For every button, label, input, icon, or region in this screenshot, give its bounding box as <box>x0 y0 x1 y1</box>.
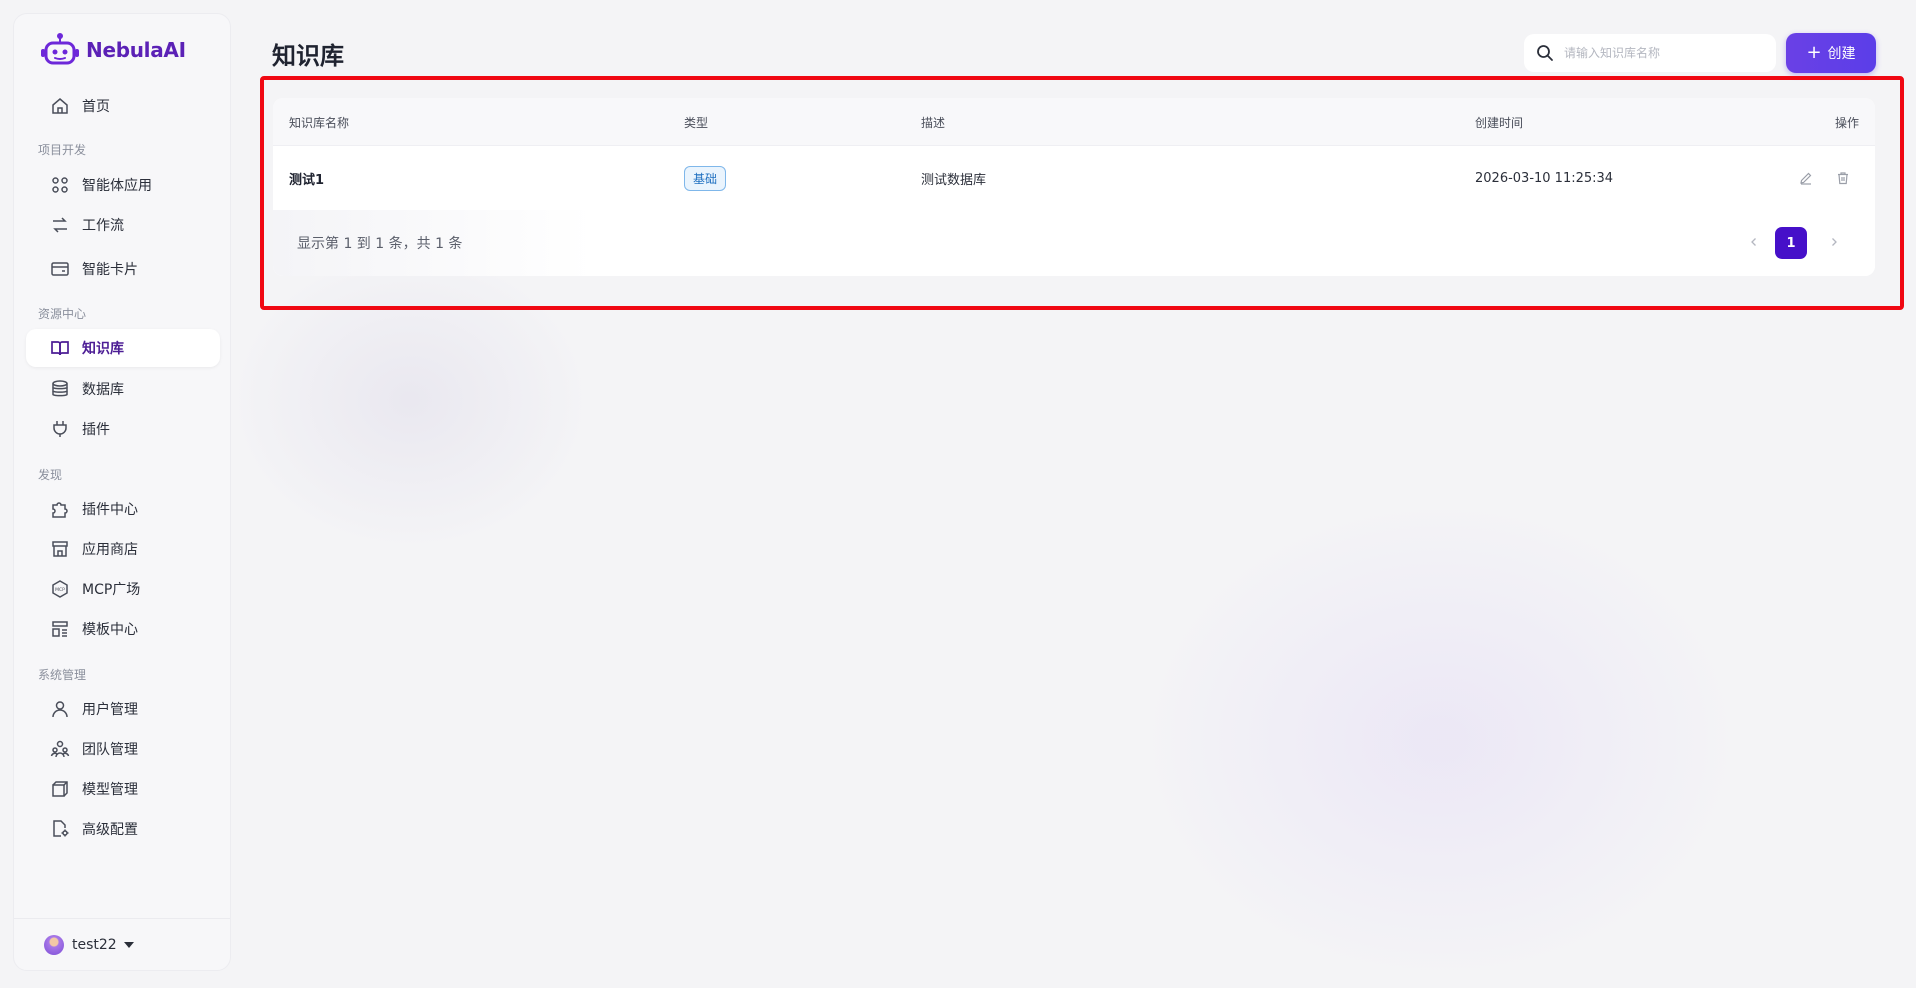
settings-file-icon <box>50 819 70 839</box>
robot-logo-icon <box>40 32 80 68</box>
team-icon <box>50 739 70 759</box>
section-label-system-admin: 系统管理 <box>38 668 87 682</box>
highlight-annotation-box <box>260 76 1904 310</box>
section-label-project-dev: 项目开发 <box>38 143 87 157</box>
sidebar-item-label: 工作流 <box>82 218 124 234</box>
sidebar-item-label: 智能卡片 <box>82 262 138 278</box>
search-input[interactable] <box>1564 46 1764 60</box>
template-icon <box>50 619 70 639</box>
sidebar-item-agent-apps[interactable]: 智能体应用 <box>26 166 220 204</box>
user-icon <box>50 699 70 719</box>
user-menu[interactable]: test22 <box>14 918 230 970</box>
sidebar-item-label: 插件 <box>82 422 110 438</box>
sidebar-item-template-center[interactable]: 模板中心 <box>26 610 220 648</box>
store-icon <box>50 539 70 559</box>
sidebar-item-model-management[interactable]: 模型管理 <box>26 770 220 808</box>
sidebar-item-label: MCP广场 <box>82 582 141 598</box>
sidebar: NebulaAI 首页 项目开发 智能体应用 工作流 智能卡片 资源中心 知识库 <box>13 13 231 971</box>
grid-icon <box>50 175 70 195</box>
mcp-icon: MCP <box>50 579 70 599</box>
create-button[interactable]: + 创建 <box>1786 33 1876 73</box>
caret-down-icon <box>123 941 134 948</box>
sidebar-item-label: 模型管理 <box>82 782 138 798</box>
sidebar-item-user-management[interactable]: 用户管理 <box>26 690 220 728</box>
page-title: 知识库 <box>272 42 344 70</box>
section-label-resource-center: 资源中心 <box>38 307 87 321</box>
plus-icon: + <box>1806 42 1822 63</box>
sidebar-item-team-management[interactable]: 团队管理 <box>26 730 220 768</box>
create-button-label: 创建 <box>1827 46 1856 62</box>
sidebar-item-label: 用户管理 <box>82 702 138 718</box>
sidebar-item-label: 首页 <box>82 99 110 115</box>
sidebar-item-app-store[interactable]: 应用商店 <box>26 530 220 568</box>
sidebar-item-label: 模板中心 <box>82 622 138 638</box>
sidebar-item-label: 数据库 <box>82 382 124 398</box>
sidebar-item-label: 团队管理 <box>82 742 138 758</box>
home-icon <box>50 96 70 116</box>
sidebar-item-label: 插件中心 <box>82 502 138 518</box>
search-box <box>1524 34 1776 72</box>
card-icon <box>50 259 70 279</box>
sidebar-item-label: 智能体应用 <box>82 178 152 194</box>
svg-text:MCP: MCP <box>55 587 65 593</box>
section-label-discover: 发现 <box>38 468 63 482</box>
avatar <box>44 934 64 955</box>
search-icon <box>1536 44 1554 62</box>
sidebar-item-workflow[interactable]: 工作流 <box>26 206 220 244</box>
sidebar-item-advanced-config[interactable]: 高级配置 <box>26 810 220 848</box>
app-logo[interactable]: NebulaAI <box>40 32 186 68</box>
sidebar-item-plugin-center[interactable]: 插件中心 <box>26 490 220 528</box>
model-icon <box>50 779 70 799</box>
sidebar-item-label: 高级配置 <box>82 822 138 838</box>
background-glow <box>1140 500 1740 980</box>
workflow-icon <box>50 215 70 235</box>
sidebar-item-home[interactable]: 首页 <box>26 87 220 125</box>
plug-icon <box>50 419 70 439</box>
sidebar-item-mcp-square[interactable]: MCP MCP广场 <box>26 570 220 608</box>
sidebar-item-plugin[interactable]: 插件 <box>26 410 220 448</box>
book-icon <box>50 338 70 358</box>
sidebar-item-label: 知识库 <box>82 341 124 357</box>
username: test22 <box>72 936 117 953</box>
database-icon <box>50 379 70 399</box>
sidebar-item-database[interactable]: 数据库 <box>26 370 220 408</box>
sidebar-item-knowledge-base[interactable]: 知识库 <box>26 329 220 367</box>
sidebar-item-label: 应用商店 <box>82 542 138 558</box>
puzzle-icon <box>50 499 70 519</box>
app-name: NebulaAI <box>86 38 186 62</box>
sidebar-item-smart-card[interactable]: 智能卡片 <box>26 250 220 288</box>
